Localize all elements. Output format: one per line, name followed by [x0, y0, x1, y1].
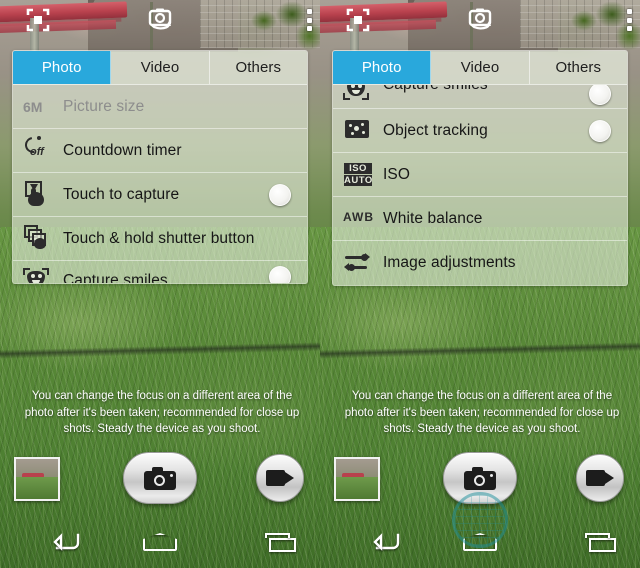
setting-label: Countdown timer [63, 141, 182, 159]
screen-right: Photo Video Others Capture smiles [320, 0, 640, 568]
capture-smiles-icon [343, 85, 377, 106]
settings-list-left: 6M Picture size off Countdown timer Touc… [13, 85, 307, 283]
setting-row-countdown-timer[interactable]: off Countdown timer [13, 129, 307, 173]
more-vertical-icon[interactable] [306, 9, 312, 31]
settings-tabs: Photo Video Others [333, 51, 627, 85]
iso-label-bottom: AUTO [344, 174, 373, 186]
frame-crop-icon[interactable] [26, 8, 50, 32]
last-photo-thumbnail[interactable] [14, 457, 60, 501]
setting-label: Touch & hold shutter button [63, 229, 255, 247]
shutter-button[interactable] [443, 452, 517, 504]
record-video-button[interactable] [576, 454, 624, 502]
camera-controls-left [0, 448, 320, 510]
tab-video[interactable]: Video [431, 51, 530, 84]
toggle-switch-touch-to-capture[interactable] [269, 183, 291, 206]
setting-label: White balance [383, 209, 483, 227]
camera-icon [144, 466, 176, 490]
setting-label: Capture smiles [63, 272, 168, 283]
toggle-switch-capture-smiles[interactable] [589, 85, 611, 105]
mode-hint-text: You can change the focus on a different … [344, 390, 620, 435]
camera-top-bar [0, 0, 320, 40]
last-photo-thumbnail[interactable] [334, 457, 380, 501]
settings-tabs: Photo Video Others [13, 51, 307, 85]
countdown-timer-icon: off [21, 133, 57, 166]
setting-label: Touch to capture [63, 185, 180, 203]
shutter-button[interactable] [123, 452, 197, 504]
touch-to-capture-icon [23, 180, 57, 210]
recents-icon[interactable] [269, 538, 296, 552]
toggle-switch-object-tracking[interactable] [589, 119, 611, 142]
iso-auto-icon: ISO AUTO [343, 160, 377, 190]
tab-photo[interactable]: Photo [13, 51, 112, 84]
iso-label-top: ISO [344, 162, 372, 174]
frame-crop-icon[interactable] [346, 8, 370, 32]
home-icon[interactable] [143, 533, 177, 551]
camera-settings-panel-right: Photo Video Others Capture smiles [332, 50, 628, 286]
back-icon[interactable] [372, 532, 400, 552]
setting-label: Object tracking [383, 121, 488, 139]
setting-row-touch-to-capture[interactable]: Touch to capture [13, 173, 307, 217]
setting-label: ISO [383, 165, 411, 183]
setting-label: Capture smiles [383, 85, 488, 94]
mode-hint-text: You can change the focus on a different … [24, 390, 300, 435]
setting-row-white-balance[interactable]: AWB White balance [333, 197, 627, 241]
dual-screenshot-comparison: Photo Video Others 6M Picture size off C… [0, 0, 640, 568]
tab-photo[interactable]: Photo [333, 51, 432, 84]
touch-hold-shutter-icon [23, 224, 57, 254]
back-icon[interactable] [52, 532, 80, 552]
setting-row-capture-smiles[interactable]: Capture smiles [333, 85, 627, 109]
recents-icon-back [585, 533, 610, 538]
tab-others[interactable]: Others [530, 51, 627, 84]
video-camera-icon [266, 469, 294, 487]
setting-row-capture-smiles[interactable]: Capture smiles [13, 261, 307, 283]
setting-row-object-tracking[interactable]: Object tracking [333, 109, 627, 153]
more-vertical-icon[interactable] [626, 9, 632, 31]
camera-icon [464, 466, 496, 490]
setting-row-picture-size[interactable]: 6M Picture size [13, 85, 307, 129]
recents-icon[interactable] [589, 538, 616, 552]
setting-label: Image adjustments [383, 254, 516, 271]
settings-list-right: Capture smiles Object tracking ISO [333, 85, 627, 285]
recents-icon-back [265, 533, 290, 538]
android-navigation-bar-left [0, 516, 320, 568]
setting-label: Picture size [63, 97, 145, 115]
camera-settings-panel-left: Photo Video Others 6M Picture size off C… [12, 50, 308, 284]
camera-controls-right [320, 448, 640, 510]
picture-size-value: 6M [23, 98, 43, 115]
record-video-button[interactable] [256, 454, 304, 502]
setting-row-touch-hold-shutter[interactable]: Touch & hold shutter button [13, 217, 307, 261]
capture-smiles-icon [23, 266, 57, 283]
screen-left: Photo Video Others 6M Picture size off C… [0, 0, 320, 568]
camera-top-bar [320, 0, 640, 40]
white-balance-icon: AWB [343, 204, 377, 234]
object-tracking-icon [343, 116, 377, 146]
video-camera-icon [586, 469, 614, 487]
tab-video[interactable]: Video [111, 51, 210, 84]
toggle-switch-capture-smiles[interactable] [269, 266, 291, 283]
switch-camera-icon[interactable] [146, 6, 174, 32]
awb-label: AWB [343, 209, 374, 224]
android-navigation-bar-right [320, 516, 640, 568]
setting-row-iso[interactable]: ISO AUTO ISO [333, 153, 627, 197]
setting-row-image-adjustments[interactable]: Image adjustments [333, 241, 627, 285]
home-icon[interactable] [463, 533, 497, 551]
switch-camera-icon[interactable] [466, 6, 494, 32]
tab-others[interactable]: Others [210, 51, 307, 84]
image-adjustments-icon [343, 248, 377, 278]
